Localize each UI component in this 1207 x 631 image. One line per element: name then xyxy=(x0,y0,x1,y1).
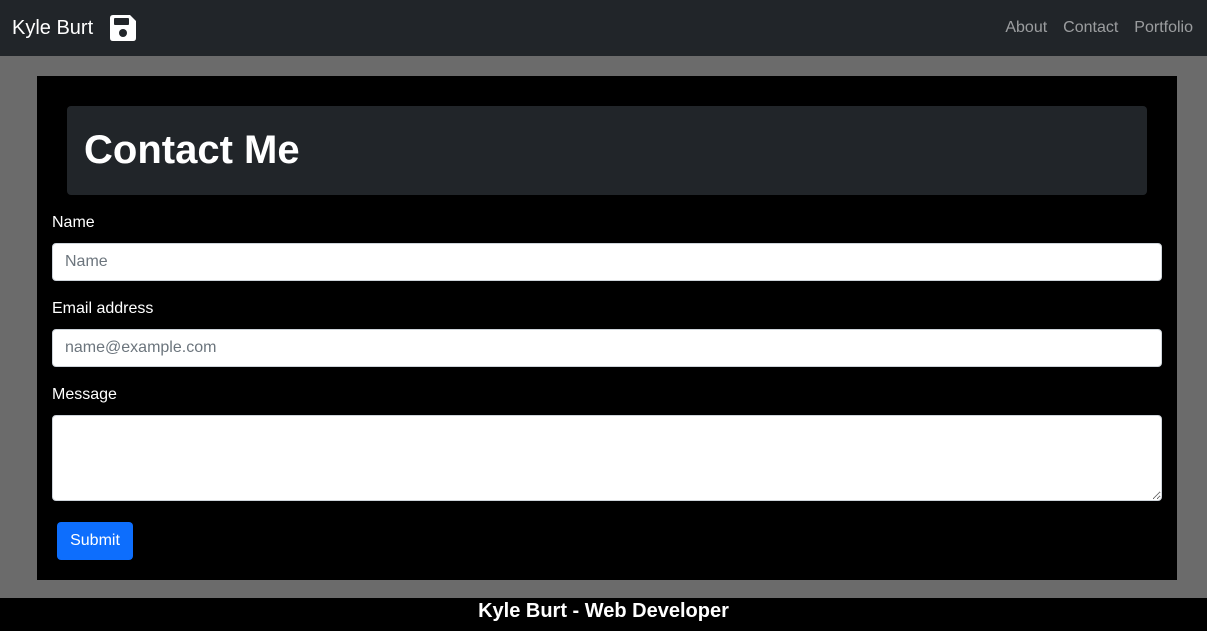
navbar: Kyle Burt About Contact Portfolio xyxy=(0,0,1207,56)
page-header: Contact Me xyxy=(67,106,1147,195)
nav-link-contact[interactable]: Contact xyxy=(1063,19,1118,37)
message-label: Message xyxy=(52,386,117,403)
brand-link[interactable]: Kyle Burt xyxy=(12,13,138,43)
floppy-disk-icon xyxy=(108,13,138,43)
main-content: Contact Me Name Email address Message Su… xyxy=(37,76,1177,580)
name-input[interactable] xyxy=(52,243,1162,281)
nav-links: About Contact Portfolio xyxy=(1005,19,1193,37)
name-label: Name xyxy=(52,214,95,231)
email-input[interactable] xyxy=(52,329,1162,367)
footer: Kyle Burt - Web Developer xyxy=(0,598,1207,631)
nav-link-portfolio[interactable]: Portfolio xyxy=(1134,19,1193,37)
footer-text: Kyle Burt - Web Developer xyxy=(478,600,729,622)
page-title: Contact Me xyxy=(84,128,300,172)
nav-link-about[interactable]: About xyxy=(1005,19,1047,37)
submit-button[interactable]: Submit xyxy=(57,522,133,560)
message-textarea[interactable] xyxy=(52,415,1162,501)
brand-name: Kyle Burt xyxy=(12,16,94,39)
email-label: Email address xyxy=(52,300,154,317)
